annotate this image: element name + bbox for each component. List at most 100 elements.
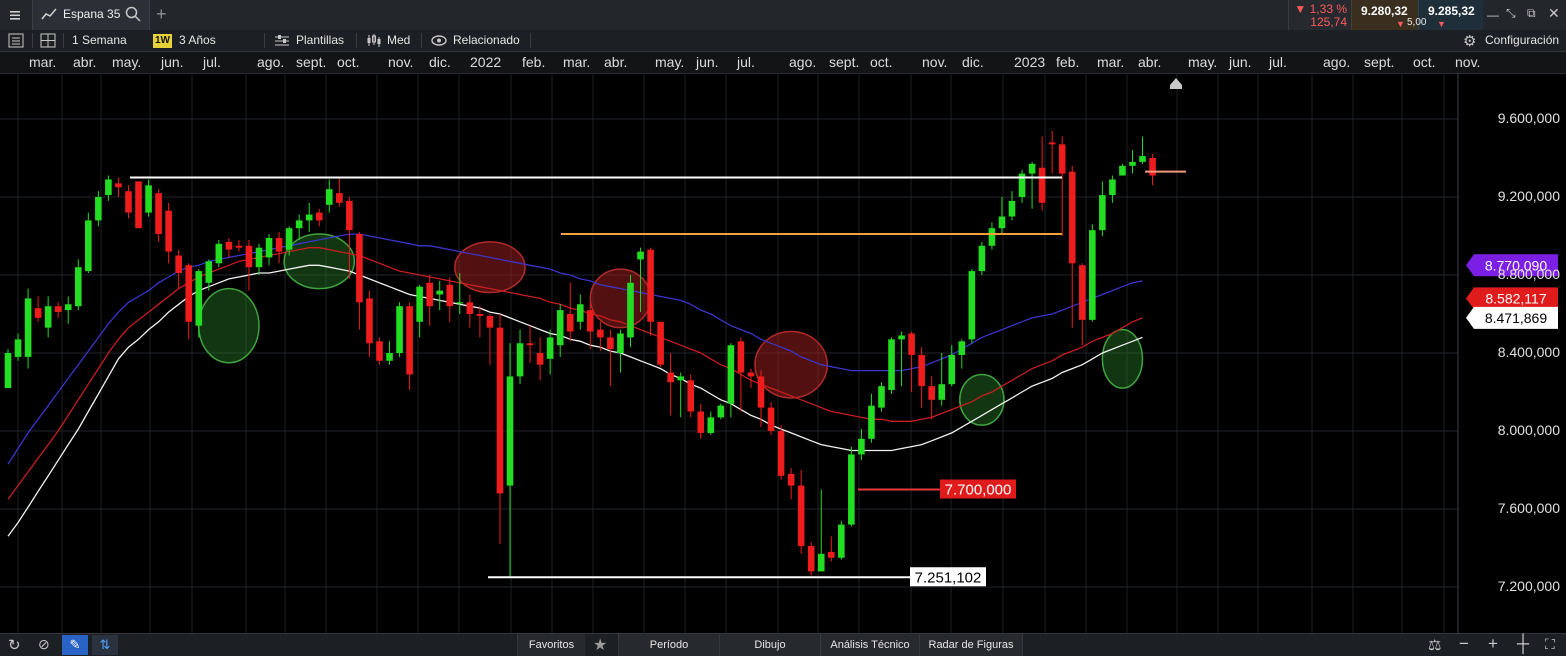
candle-body <box>908 333 915 355</box>
candle-body <box>426 282 433 307</box>
highlight-ellipse <box>959 373 1005 426</box>
candle-body <box>587 310 594 332</box>
change-absolute: 125,74 <box>1310 15 1347 29</box>
y-tick-label: 8.000,000 <box>1497 422 1560 438</box>
grid-layout-icon[interactable] <box>40 33 56 53</box>
pencil-icon[interactable]: ✎ <box>62 635 88 655</box>
candle-body <box>245 245 253 268</box>
candle-body <box>667 372 674 383</box>
candle-body <box>988 228 996 246</box>
month-label: jun. <box>161 54 184 70</box>
price-type-selector[interactable]: Med <box>387 30 410 51</box>
zoom-in-icon[interactable]: + <box>1488 634 1498 654</box>
candle-body <box>918 354 925 387</box>
month-label: dic. <box>429 54 451 70</box>
chart-canvas[interactable]: 7.251,1027.700,0008.770,0908.582,1178.47… <box>0 73 1566 633</box>
candle-body <box>888 339 895 391</box>
pattern-radar-button[interactable]: Radar de Figuras <box>919 634 1023 656</box>
favorites-button[interactable]: Favoritos <box>517 634 585 656</box>
search-icon[interactable] <box>125 6 141 27</box>
candle-body <box>928 386 935 400</box>
templates-icon <box>274 33 290 53</box>
configuration-button[interactable]: Configuración <box>1485 30 1559 51</box>
drawing-button[interactable]: Dibujo <box>719 634 820 656</box>
y-tick-label: 9.200,000 <box>1497 188 1560 204</box>
candle-body <box>978 245 986 272</box>
y-tick-label: 9.600,000 <box>1497 110 1560 126</box>
zoom-out-icon[interactable]: − <box>1459 634 1469 654</box>
month-label: nov. <box>1455 54 1481 70</box>
line-label-text: 7.700,000 <box>945 482 1012 499</box>
interval-selector[interactable]: 1 Semana <box>72 30 127 51</box>
highlight-ellipse <box>454 241 526 294</box>
eye-icon <box>431 34 447 52</box>
home-marker-icon <box>1170 78 1182 89</box>
sort-arrows-icon[interactable]: ⇅ <box>92 635 118 655</box>
candle-body <box>476 314 484 316</box>
candle-body <box>807 546 815 572</box>
candle-body <box>998 216 1006 229</box>
price-chart[interactable]: 7.251,102 7.700,000 8.770,090 8.582,117 8.47… <box>0 73 1566 633</box>
month-label: jul. <box>203 54 221 70</box>
month-label: abr. <box>604 54 628 70</box>
minimize-icon[interactable]: — <box>1487 8 1499 22</box>
star-icon[interactable]: ★ <box>593 635 607 655</box>
spread-down-icon: ▼ <box>1396 19 1405 29</box>
candle-body <box>416 286 423 322</box>
price-tag-text: 8.582,117 <box>1485 290 1546 306</box>
candle-body <box>275 237 283 252</box>
month-label: nov. <box>922 54 948 70</box>
highlight-ellipse <box>589 268 652 329</box>
candle-body <box>165 210 172 252</box>
candle-body <box>858 438 865 455</box>
month-label: abr. <box>73 54 97 70</box>
close-icon[interactable]: ✕ <box>1548 5 1560 22</box>
crosshair-settings-icon[interactable]: ⚖ <box>1428 636 1441 654</box>
spread-value: 5,00 <box>1407 17 1427 28</box>
month-label: sept. <box>296 54 327 70</box>
candle-body <box>265 237 273 258</box>
gear-icon[interactable]: ⚙ <box>1463 32 1476 50</box>
candle-body <box>346 200 353 231</box>
candle-body <box>295 220 303 229</box>
candle-body <box>145 185 152 213</box>
candle-body <box>24 298 32 357</box>
period-button[interactable]: Período <box>618 634 719 656</box>
range-selector[interactable]: 3 Años <box>179 30 216 51</box>
candle-body <box>938 384 946 400</box>
candle-body <box>235 245 243 248</box>
candle-body <box>817 553 825 572</box>
list-icon[interactable] <box>8 33 24 53</box>
line-label-text: 7.251,102 <box>915 569 982 586</box>
fit-icon[interactable]: ⛶ <box>1545 636 1555 653</box>
popout-icon[interactable]: ⧉ <box>1527 6 1536 21</box>
month-label: mar. <box>1097 54 1125 70</box>
refresh-icon[interactable]: ↻ <box>8 636 21 654</box>
crosshair-icon[interactable]: ┼ <box>1517 634 1529 654</box>
instrument-tab[interactable]: Espana 35 <box>32 0 150 30</box>
candle-body <box>546 337 554 359</box>
month-label: may. <box>655 54 685 70</box>
add-tab-icon[interactable]: + <box>156 4 167 25</box>
candles-icon <box>366 33 382 53</box>
buy-button[interactable]: 9.285,32 5,00 ▼ <box>1407 0 1483 30</box>
candle-body <box>105 179 112 196</box>
candle-body <box>597 329 604 338</box>
candle-body <box>74 267 82 307</box>
candle-body <box>446 284 454 307</box>
candle-body <box>366 298 373 344</box>
candle-body <box>125 191 132 213</box>
menu-icon[interactable] <box>6 6 24 24</box>
collapse-icon[interactable]: ⤡ <box>1506 6 1516 21</box>
month-label: jun. <box>696 54 719 70</box>
related-button[interactable]: Relacionado <box>453 30 520 51</box>
candle-body <box>44 306 52 328</box>
templates-button[interactable]: Plantillas <box>296 30 344 51</box>
candle-body <box>767 407 775 431</box>
technical-analysis-button[interactable]: Análisis Técnico <box>820 634 919 656</box>
month-label: oct. <box>1413 54 1436 70</box>
candle-body <box>115 183 122 188</box>
month-label: mar. <box>29 54 57 70</box>
hide-drawings-icon[interactable]: ⊘ <box>38 636 50 653</box>
candle-body <box>85 220 92 272</box>
